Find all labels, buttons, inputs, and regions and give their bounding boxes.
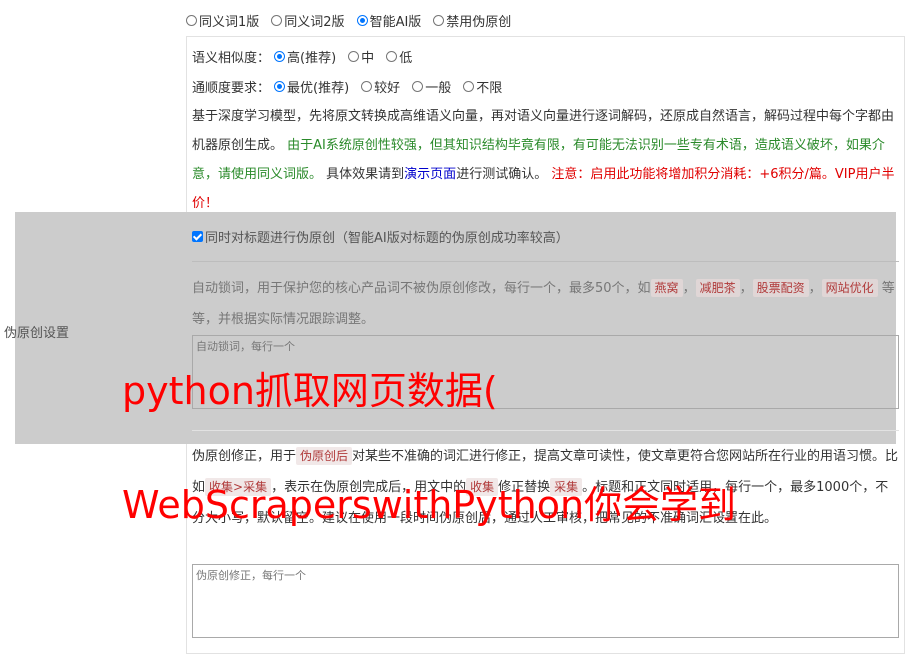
fluency-option-label: 较好 [374, 80, 401, 96]
correction-textarea[interactable] [192, 564, 899, 638]
radio-icon [386, 50, 398, 62]
lock-words-text: 自动锁词，用于保护您的核心产品词不被伪原创修改，每行一个，最多50个，如 [192, 281, 651, 296]
similarity-low[interactable]: 低 [386, 47, 412, 66]
example-tag: 网站优化 [821, 279, 878, 297]
mode-option-label: 同义词2版 [284, 14, 345, 30]
demo-page-link[interactable]: 演示页面 [404, 167, 456, 182]
radio-selected-icon [274, 80, 286, 92]
similarity-option-label: 高(推荐) [287, 50, 337, 66]
checkbox-checked-icon[interactable] [192, 231, 203, 242]
fluency-option-label: 不限 [476, 80, 503, 96]
radio-icon [361, 80, 373, 92]
fluency-good[interactable]: 较好 [361, 77, 400, 96]
similarity-label: 语义相似度： [192, 50, 271, 66]
watermark-line2: WebScraperswithPython你会学到 [122, 483, 737, 527]
divider [192, 430, 899, 431]
mode-option-label: 禁用伪原创 [446, 14, 512, 30]
title-checkbox-label: 同时对标题进行伪原创（智能AI版对标题的伪原创成功率较高） [205, 231, 569, 246]
fluency-any[interactable]: 不限 [463, 77, 502, 96]
fluency-best[interactable]: 最优(推荐) [274, 77, 349, 96]
radio-selected-icon [274, 50, 286, 62]
similarity-option-label: 低 [399, 50, 413, 66]
description-text: 进行测试确认。 [456, 167, 548, 182]
similarity-medium[interactable]: 中 [348, 47, 374, 66]
fluency-label: 通顺度要求： [192, 80, 271, 96]
divider [192, 261, 899, 262]
radio-icon [348, 50, 360, 62]
fluency-option-label: 最优(推荐) [287, 80, 350, 96]
radio-icon [412, 80, 424, 92]
similarity-row: 语义相似度： 高(推荐) 中 低 [192, 46, 424, 66]
similarity-option-label: 中 [361, 50, 375, 66]
mode-option-synonym2[interactable]: 同义词2版 [271, 11, 345, 30]
mode-option-ai[interactable]: 智能AI版 [356, 11, 422, 30]
fluency-row: 通顺度要求： 最优(推荐) 较好 一般 不限 [192, 76, 514, 96]
example-tag: 减肥茶 [695, 279, 740, 297]
mode-option-disable[interactable]: 禁用伪原创 [433, 11, 511, 30]
fluency-option-label: 一般 [425, 80, 452, 96]
similarity-high[interactable]: 高(推荐) [274, 47, 336, 66]
radio-icon [433, 14, 445, 26]
ai-mode-description: 基于深度学习模型，先将原文转换成高维语义向量，再对语义向量进行逐词解码，还原成自… [192, 102, 899, 218]
row-label: 伪原创设置 [4, 326, 70, 341]
radio-selected-icon [356, 14, 368, 26]
fluency-normal[interactable]: 一般 [412, 77, 451, 96]
example-tag: 燕窝 [650, 279, 683, 297]
radio-icon [271, 14, 283, 26]
description-text: 具体效果请到 [326, 167, 405, 182]
mode-option-synonym1[interactable]: 同义词1版 [186, 11, 259, 30]
radio-icon [463, 80, 475, 92]
correction-text: 伪原创修正，用于 [192, 449, 297, 464]
example-tag: 股票配资 [752, 279, 809, 297]
radio-icon [186, 14, 197, 26]
title-pseudo-checkbox-row[interactable]: 同时对标题进行伪原创（智能AI版对标题的伪原创成功率较高） [192, 227, 569, 246]
mode-option-label: 同义词1版 [199, 14, 260, 30]
mode-option-label: 智能AI版 [369, 14, 422, 30]
example-tag: 伪原创后 [296, 447, 353, 465]
mode-radio-group: 同义词1版 同义词2版 智能AI版 禁用伪原创 [186, 10, 523, 30]
lock-words-description: 自动锁词，用于保护您的核心产品词不被伪原创修改，每行一个，最多50个，如 燕窝，减… [192, 279, 895, 327]
watermark-line1: python抓取网页数据( [122, 369, 498, 413]
